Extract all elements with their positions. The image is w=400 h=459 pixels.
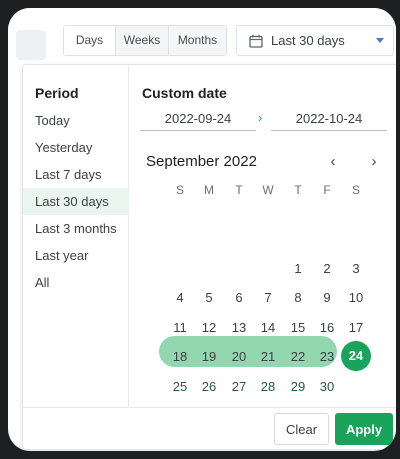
weekday-label: F [323,183,331,197]
calendar-day-selected[interactable]: 24 [341,341,371,371]
weekday-label: T [235,183,243,197]
calendar-day[interactable]: 23 [313,342,342,371]
weekday-label: S [351,183,360,197]
caret-down-icon [376,38,384,43]
calendar-day[interactable]: 8 [284,283,313,312]
weekday-label: T [294,183,302,197]
calendar-day[interactable]: 28 [254,372,283,401]
calendar-day[interactable]: 16 [313,313,342,342]
calendar-day[interactable]: 4 [166,283,195,312]
calendar-day[interactable]: 22 [284,342,313,371]
toolbar: Days Weeks Months Last 30 days [8,8,396,64]
popover-footer: Clear Apply [23,407,396,450]
months-button[interactable]: Months [169,26,226,55]
calendar-day[interactable]: 26 [195,372,224,401]
calendar-day[interactable]: 15 [284,313,313,342]
calendar-day[interactable]: 11 [166,313,195,342]
month-label: September 2022 [146,153,257,170]
calendar-day[interactable]: 18 [166,342,195,371]
apply-button[interactable]: Apply [335,413,393,445]
date-picker-popover: Period Today Yesterday Last 7 days Last … [22,64,396,450]
date-range-value: Last 30 days [271,33,345,48]
calendar-day[interactable]: 1 [284,254,313,283]
range-separator-icon: › [258,110,263,125]
calendar-day[interactable]: 14 [254,313,283,342]
calendar-day[interactable]: 5 [195,283,224,312]
period-item-last-7-days[interactable]: Last 7 days [23,161,129,188]
calendar-day[interactable]: 21 [254,342,283,371]
calendar-day[interactable]: 10 [342,283,371,312]
calendar-day[interactable]: 6 [225,283,254,312]
calendar-day[interactable]: 9 [313,283,342,312]
custom-date-panel: Custom date › September 2022 ‹ › S M T W T F S… [130,65,396,407]
clear-button[interactable]: Clear [274,413,329,445]
calendar-day[interactable]: 7 [254,283,283,312]
date-range-select[interactable]: Last 30 days [236,25,394,56]
calendar-day[interactable]: 3 [342,254,371,283]
period-item-yesterday[interactable]: Yesterday [23,134,129,161]
calendar-icon [249,34,263,48]
calendar-day[interactable]: 12 [195,313,224,342]
calendar-day[interactable]: 17 [342,313,371,342]
calendar-day[interactable]: 27 [225,372,254,401]
calendar-day[interactable]: 29 [284,372,313,401]
calendar-day[interactable]: 30 [313,372,342,401]
period-item-last-3-months[interactable]: Last 3 months [23,215,129,242]
period-item-last-30-days[interactable]: Last 30 days [23,188,129,215]
weekday-label: M [204,183,214,197]
period-title: Period [35,85,79,101]
prev-month-button[interactable]: ‹ [325,153,341,171]
weekday-label: S [175,183,184,197]
days-button[interactable]: Days [64,26,116,55]
calendar-day[interactable]: 20 [225,342,254,371]
period-item-last-year[interactable]: Last year [23,242,129,269]
period-item-today[interactable]: Today [23,107,129,134]
calendar-day[interactable]: 13 [225,313,254,342]
card: Days Weeks Months Last 30 days Period To… [8,8,396,451]
background-panel [16,30,46,60]
weeks-button[interactable]: Weeks [116,26,169,55]
weekday-label: W [262,183,274,197]
period-sidebar: Period Today Yesterday Last 7 days Last … [23,65,129,407]
granularity-toggle: Days Weeks Months [63,25,227,56]
start-date-input[interactable] [140,107,256,131]
calendar-day[interactable]: 25 [166,372,195,401]
next-month-button[interactable]: › [366,153,382,171]
period-item-all[interactable]: All [23,269,129,296]
custom-date-title: Custom date [142,85,227,101]
calendar-day[interactable]: 19 [195,342,224,371]
end-date-input[interactable] [271,107,387,131]
calendar-day[interactable]: 2 [313,254,342,283]
